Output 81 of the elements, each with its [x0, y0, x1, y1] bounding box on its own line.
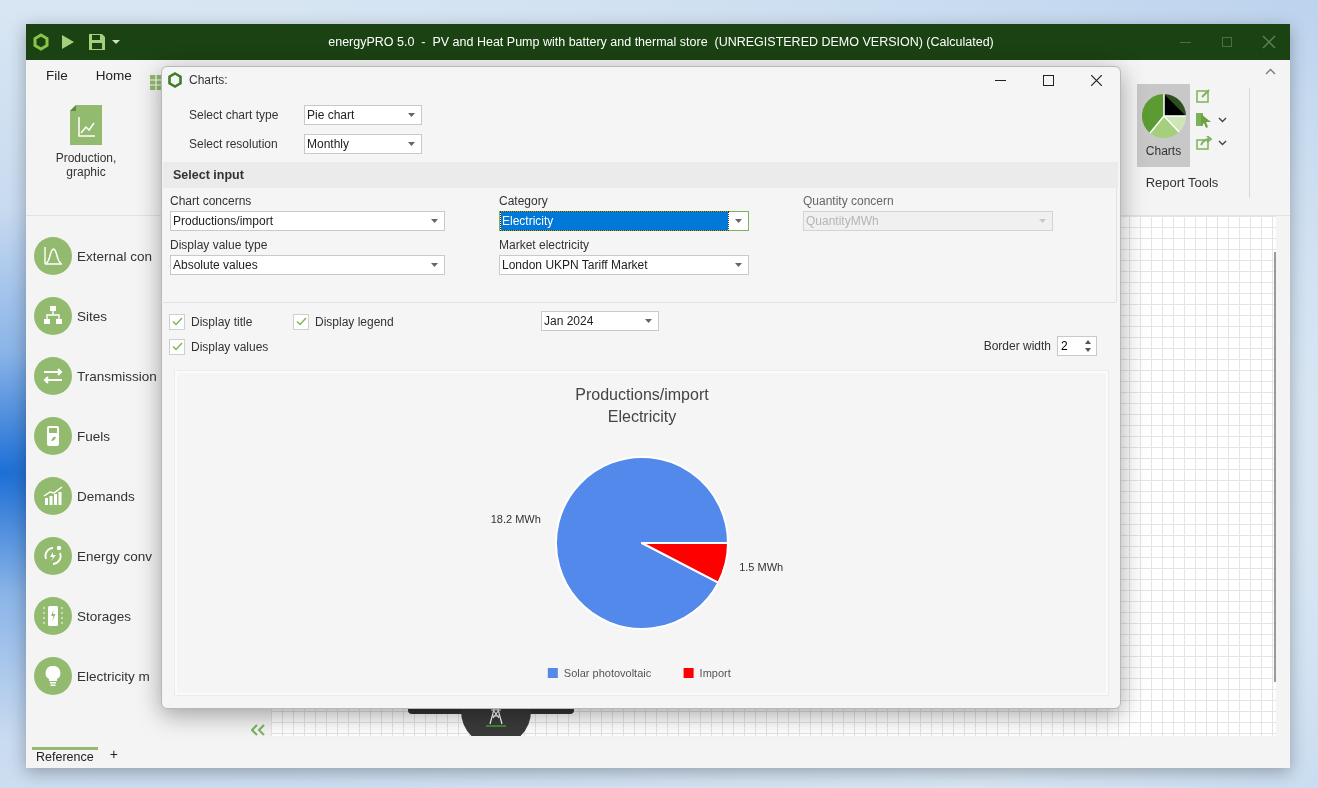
setting-label: Select chart type: [189, 108, 280, 122]
production-graphic-button[interactable]: Production, graphic: [46, 105, 126, 179]
chevron-down-icon: [1218, 140, 1227, 146]
caret-icon: [430, 219, 438, 223]
lightbulb-icon: [34, 657, 72, 695]
caret-icon: [112, 39, 120, 45]
legend-label: Import: [699, 667, 731, 679]
field-label: Display value type: [170, 238, 269, 252]
maximize-icon: [1042, 74, 1054, 86]
check-icon: [171, 342, 183, 351]
chevron-up-icon: [1264, 68, 1276, 75]
sheet-tab[interactable]: Reference: [32, 747, 98, 768]
chart-document-icon: [70, 105, 102, 145]
close-icon: [1090, 74, 1102, 86]
export-icon: [1196, 136, 1212, 150]
caret-icon: [734, 263, 742, 267]
checkbox[interactable]: Display values: [169, 338, 269, 355]
menu-item[interactable]: Home: [95, 68, 132, 83]
caret-icon: [430, 263, 438, 267]
field-label: Chart concerns: [170, 194, 253, 208]
field-label: Quantity concern: [803, 194, 895, 208]
caret-icon: [734, 219, 742, 223]
caret-icon: [407, 113, 415, 117]
group-label: Report Tools: [1145, 175, 1219, 190]
checkbox[interactable]: Display legend: [293, 313, 394, 330]
hierarchy-icon: [34, 297, 72, 335]
check-icon: [171, 317, 183, 326]
play-icon: [60, 33, 76, 51]
save-icon: [88, 33, 106, 51]
cursor-icon: [1196, 111, 1212, 128]
chart-title: Productions/import Electricity: [575, 386, 709, 425]
ring-logo-icon: [167, 72, 183, 88]
scrollbar[interactable]: [1274, 252, 1276, 682]
field-label: Category: [499, 194, 549, 208]
bar-chart-icon: [34, 477, 72, 515]
fuel-can-icon: [34, 417, 72, 455]
edit-icon: [1196, 88, 1211, 103]
window-title: energyPRO 5.0 - PV and Heat Pump with battery and thermal store (UNREGISTERED DEMO VERSION) (Calculated): [327, 35, 995, 49]
checkbox[interactable]: Display title: [169, 313, 253, 330]
dropdown[interactable]: Pie chart: [304, 105, 422, 125]
double-chevron-left-icon: [251, 724, 265, 736]
battery-icon: [34, 597, 72, 635]
dropdown[interactable]: Electricity: [499, 211, 749, 231]
sidebar-item[interactable]: Demands: [34, 466, 271, 526]
charts-button[interactable]: Charts: [1137, 84, 1190, 167]
setting-label: Select resolution: [189, 137, 279, 151]
menu-item[interactable]: File: [46, 68, 68, 83]
dropdown[interactable]: Absolute values: [170, 255, 445, 275]
caret-icon: [644, 319, 652, 323]
data-label: 18.2 MWh: [490, 513, 541, 526]
add-tab-button[interactable]: +: [109, 746, 118, 768]
dropdown[interactable]: Jan 2024: [541, 311, 659, 331]
caret-icon: [407, 142, 415, 146]
minimize-icon: [994, 79, 1006, 81]
sidebar-item[interactable]: Storages: [34, 586, 271, 646]
section-header: Select input: [163, 162, 1118, 188]
data-label: 1.5 MWh: [739, 560, 784, 573]
ring-logo-icon: [32, 33, 50, 51]
maximize-icon: [1222, 37, 1232, 47]
legend-label: Solar photovoltaic: [563, 667, 652, 679]
border-width-label: Border width: [983, 339, 1051, 353]
sidebar-item[interactable]: Energy conv: [34, 526, 271, 586]
collapse-button[interactable]: [251, 724, 265, 736]
dropdown[interactable]: London UKPN Tariff Market: [499, 255, 749, 275]
dialog-title: Charts:: [189, 73, 228, 87]
minimize-icon: [1179, 41, 1191, 43]
bell-curve-icon: [34, 237, 72, 275]
pie-chart-icon: [1141, 93, 1186, 138]
sidebar-item[interactable]: Fuels: [34, 406, 271, 466]
check-icon: [295, 317, 307, 326]
spin-arrows-icon: [1084, 339, 1092, 353]
dropdown[interactable]: Productions/import: [170, 211, 445, 231]
sidebar-item[interactable]: Electricity m: [34, 646, 271, 706]
close-icon: [1262, 35, 1276, 49]
field-label: Market electricity: [499, 238, 591, 252]
number-spinner[interactable]: 2: [1057, 336, 1097, 356]
arrows-icon: [34, 357, 72, 395]
dropdown[interactable]: Monthly: [304, 134, 422, 154]
chevron-down-icon: [1218, 116, 1227, 123]
cycle-icon: [34, 537, 72, 575]
caret-icon: [1038, 219, 1046, 223]
